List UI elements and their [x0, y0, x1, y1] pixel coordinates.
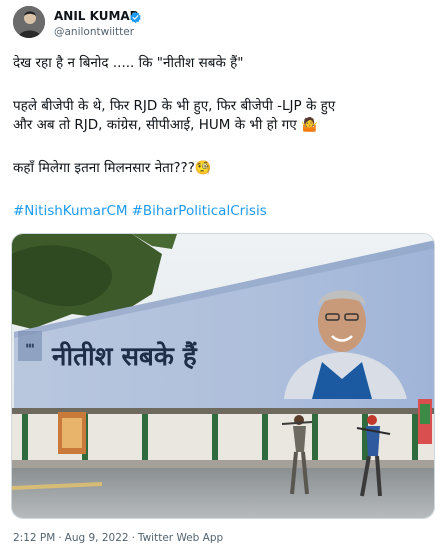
verified-badge-icon [129, 9, 142, 24]
tweet: ANIL KUMAR @anilontwiitter देख रहा है न … [0, 0, 448, 560]
tweet-source[interactable]: Twitter Web App [138, 532, 223, 544]
tweet-photo[interactable]: ▮▮▮ नीतीश सबके हैं [11, 233, 435, 519]
hashtag-link[interactable]: #BiharPoliticalCrisis [132, 203, 267, 219]
tweet-header: ANIL KUMAR @anilontwiitter [13, 6, 433, 38]
billboard-text: नीतीश सबके हैं [51, 341, 198, 372]
tweet-metadata: 2:12 PM · Aug 9, 2022 · Twitter Web App [13, 532, 224, 544]
author-handle[interactable]: @anilontwiitter [54, 26, 134, 38]
author-name[interactable]: ANIL KUMAR [54, 9, 139, 23]
tweet-date[interactable]: Aug 9, 2022 [65, 532, 129, 544]
tweet-text-line-3: और अब तो RJD, कांग्रेस, सीपीआई, HUM के भ… [13, 117, 318, 133]
tweet-time[interactable]: 2:12 PM [13, 532, 55, 544]
avatar[interactable] [13, 6, 45, 38]
tweet-text-line-2: पहले बीजेपी के थे, फिर RJD के भी हुए, फि… [13, 98, 336, 114]
tweet-text-line-4: कहाँ मिलेगा इतना मिलनसार नेता???🧐 [13, 160, 212, 176]
hashtag-link[interactable]: #NitishKumarCM [13, 203, 128, 219]
hashtags: #NitishKumarCM #BiharPoliticalCrisis [13, 202, 267, 221]
tweet-text-line-1: देख रहा है न बिनोद ..... कि "नीतीश सबके … [13, 55, 244, 71]
svg-text:▮▮▮: ▮▮▮ [26, 343, 35, 349]
